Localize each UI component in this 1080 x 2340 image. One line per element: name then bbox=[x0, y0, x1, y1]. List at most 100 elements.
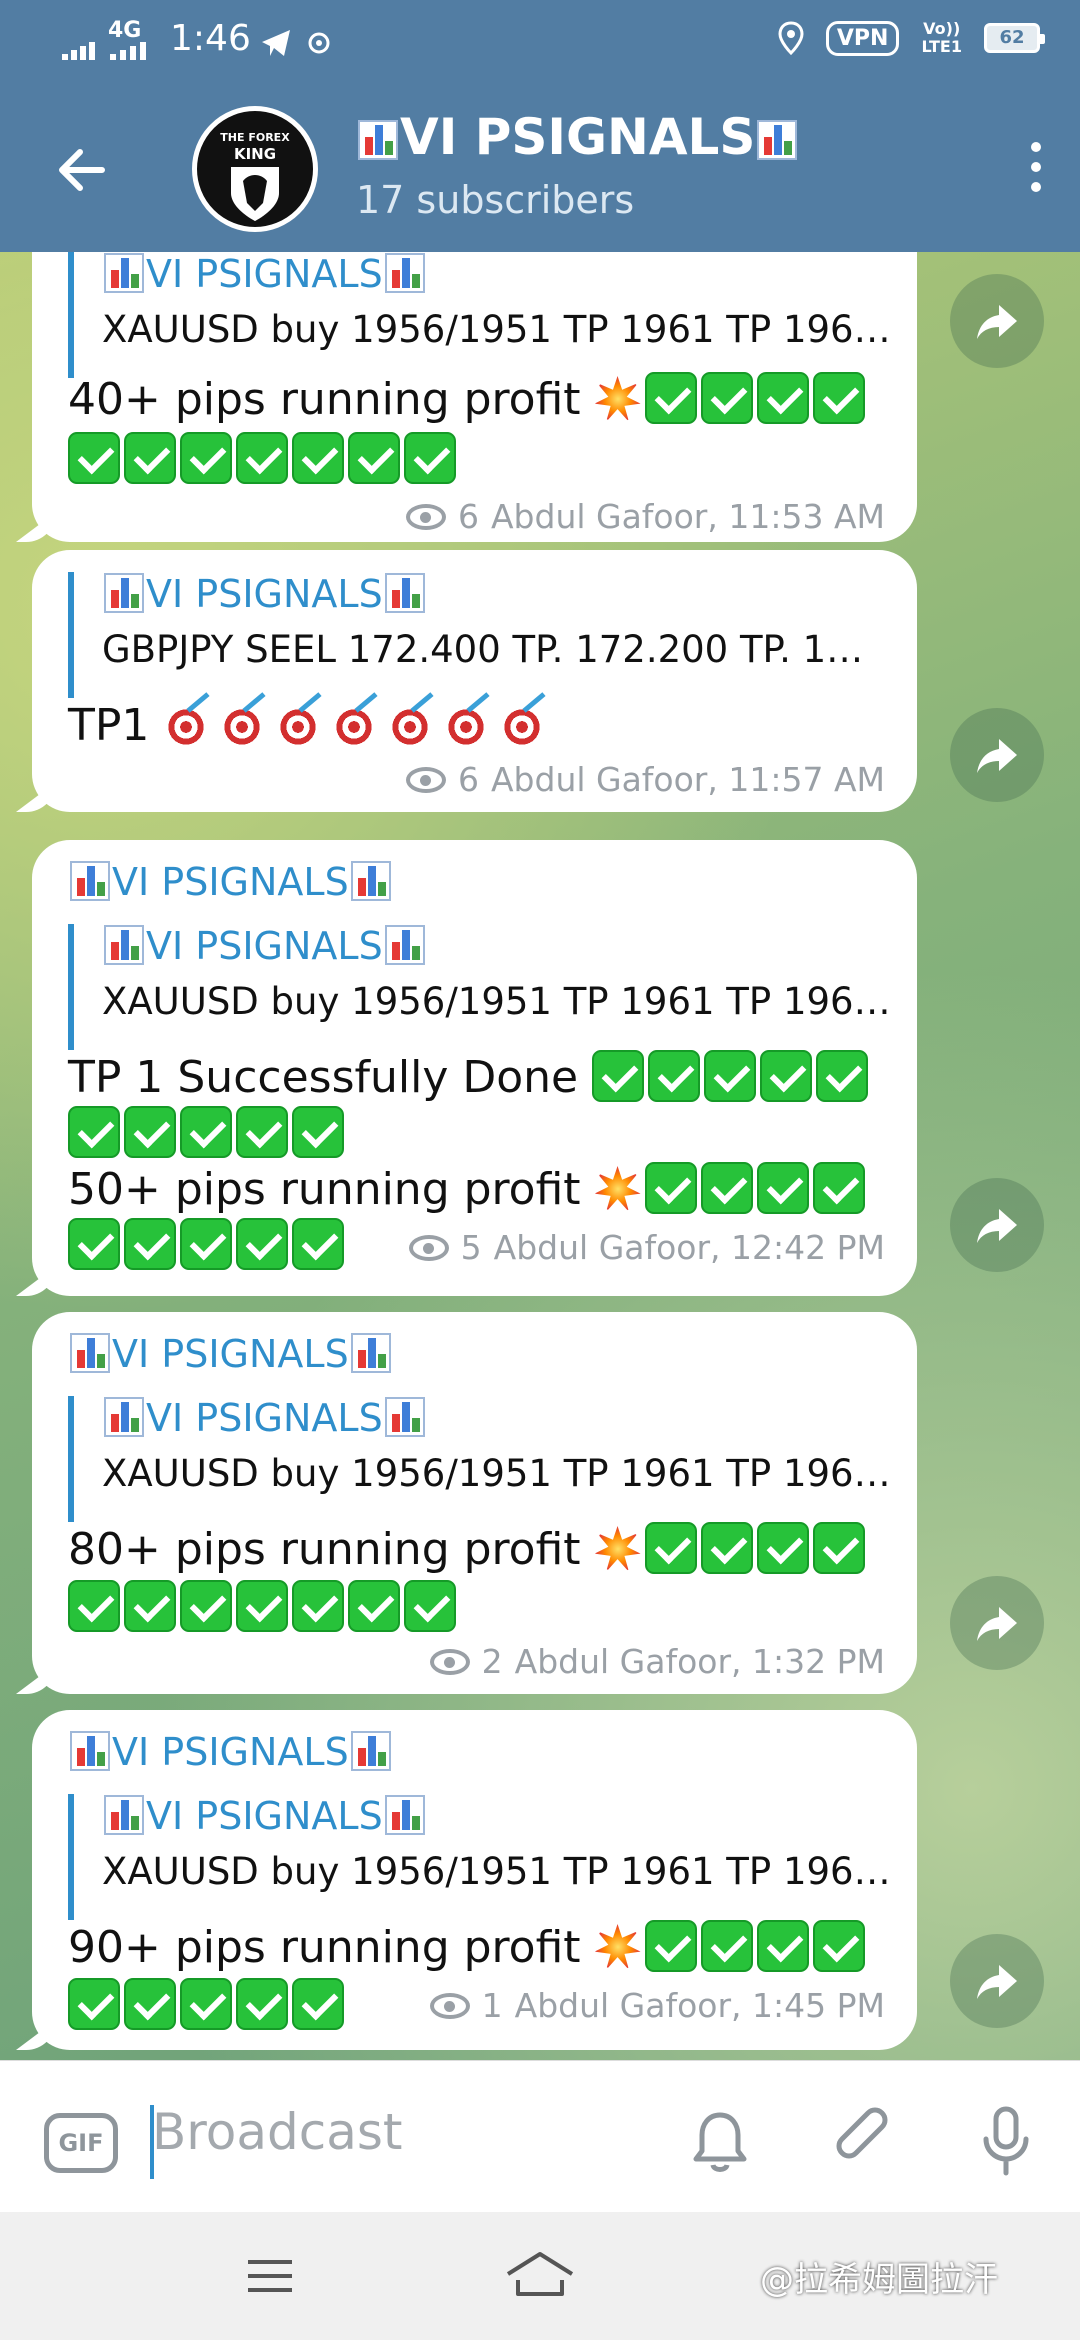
volte-top: Vo)) bbox=[923, 19, 961, 38]
share-button[interactable] bbox=[950, 274, 1044, 368]
check-mark-emoji bbox=[756, 1522, 809, 1574]
message-text: 90+ pips running profit bbox=[68, 1922, 595, 1973]
bar-chart-emoji bbox=[350, 1333, 391, 1373]
message-text: 40+ pips running profit bbox=[68, 374, 595, 425]
back-arrow-icon[interactable] bbox=[50, 138, 114, 202]
bar-chart-emoji bbox=[104, 253, 144, 293]
broadcast-input[interactable]: Broadcast bbox=[152, 2103, 403, 2161]
reply-author: VI PSIGNALS bbox=[102, 924, 427, 968]
collision-emoji bbox=[594, 1924, 641, 1970]
bar-chart-emoji bbox=[384, 925, 425, 965]
location-icon bbox=[778, 21, 804, 55]
view-count: 5 bbox=[460, 1228, 482, 1267]
share-button[interactable] bbox=[950, 1934, 1044, 2028]
eye-icon bbox=[429, 1648, 470, 1675]
message-author-text: VI PSIGNALS bbox=[112, 860, 349, 904]
reply-text: XAUUSD buy 1956/1951 TP 1961 TP 196… bbox=[102, 1850, 891, 1893]
bar-chart-emoji bbox=[104, 925, 144, 965]
bar-chart-emoji bbox=[70, 1333, 110, 1373]
author-time: Abdul Gafoor, 11:57 AM bbox=[490, 760, 885, 799]
message-line: 90+ pips running profit bbox=[68, 1920, 869, 1973]
emoji-line bbox=[68, 1978, 348, 2031]
check-mark-emoji bbox=[236, 1218, 288, 1270]
check-mark-emoji bbox=[236, 432, 288, 484]
direct-hit-emoji bbox=[163, 704, 210, 750]
check-mark-emoji bbox=[68, 1978, 120, 2030]
message-line: 40+ pips running profit bbox=[68, 372, 869, 425]
message-bubble[interactable]: VI PSIGNALS VI PSIGNALS XAUUSD buy 1956/… bbox=[32, 1710, 917, 2050]
reply-author: VI PSIGNALS bbox=[102, 252, 427, 296]
message-text: 50+ pips running profit bbox=[68, 1164, 595, 1215]
avatar-text-bottom: KING bbox=[233, 145, 277, 163]
paperclip-icon[interactable] bbox=[824, 2101, 904, 2181]
share-button[interactable] bbox=[950, 1178, 1044, 1272]
bar-chart-emoji bbox=[384, 1397, 425, 1437]
status-bar: 4G 1:46 VPN Vo)) LTE1 62 bbox=[0, 0, 1080, 90]
check-mark-emoji bbox=[180, 1218, 232, 1270]
gif-button[interactable]: GIF bbox=[44, 2113, 118, 2173]
share-button[interactable] bbox=[950, 708, 1044, 802]
channel-title[interactable]: VI PSIGNALS bbox=[356, 108, 799, 166]
message-author: VI PSIGNALS bbox=[68, 860, 393, 904]
check-mark-emoji bbox=[700, 1920, 753, 1972]
check-mark-emoji bbox=[68, 432, 120, 484]
chat-area[interactable]: VI PSIGNALS XAUUSD buy 1956/1951 TP 1961… bbox=[0, 252, 1080, 2060]
reply-text: XAUUSD buy 1956/1951 TP 1961 TP 196… bbox=[102, 980, 891, 1023]
reply-quote[interactable]: VI PSIGNALS XAUUSD buy 1956/1951 TP 1961… bbox=[68, 1794, 898, 1920]
bar-chart-emoji bbox=[70, 1731, 110, 1771]
microphone-icon[interactable] bbox=[966, 2101, 1046, 2181]
emoji-line bbox=[68, 1106, 348, 1159]
more-vert-icon[interactable] bbox=[1028, 142, 1044, 202]
bar-chart-emoji bbox=[757, 120, 798, 160]
channel-avatar[interactable]: THE FOREX KING bbox=[192, 106, 318, 232]
volte-indicator: Vo)) LTE1 bbox=[921, 20, 962, 56]
message-author: VI PSIGNALS bbox=[68, 1730, 393, 1774]
check-mark-emoji bbox=[644, 1162, 697, 1214]
reply-quote[interactable]: VI PSIGNALS XAUUSD buy 1956/1951 TP 1961… bbox=[68, 252, 898, 378]
lion-shield-icon bbox=[231, 167, 279, 221]
check-mark-emoji bbox=[68, 1218, 120, 1270]
telegram-icon bbox=[262, 30, 290, 56]
reply-quote[interactable]: VI PSIGNALS XAUUSD buy 1956/1951 TP 1961… bbox=[68, 1396, 898, 1522]
clock: 1:46 bbox=[170, 18, 251, 59]
bar-chart-emoji bbox=[350, 1731, 391, 1771]
message-bubble[interactable]: VI PSIGNALS XAUUSD buy 1956/1951 TP 1961… bbox=[32, 252, 917, 542]
check-mark-emoji bbox=[236, 1106, 288, 1158]
vpn-badge: VPN bbox=[825, 20, 900, 56]
system-nav-bar: @拉希姆圖拉汗 bbox=[0, 2212, 1080, 2340]
share-button[interactable] bbox=[950, 1576, 1044, 1670]
message-text: 80+ pips running profit bbox=[68, 1524, 595, 1575]
check-mark-emoji bbox=[756, 1162, 809, 1214]
check-mark-emoji bbox=[236, 1580, 288, 1632]
check-mark-emoji bbox=[812, 1522, 865, 1574]
message-author: VI PSIGNALS bbox=[68, 1332, 393, 1376]
recents-menu-icon[interactable] bbox=[230, 2244, 310, 2308]
message-bubble[interactable]: VI PSIGNALS GBPJPY SEEL 172.400 TP. 172.… bbox=[32, 550, 917, 812]
bell-icon[interactable] bbox=[680, 2101, 760, 2181]
direct-hit-emoji bbox=[499, 704, 546, 750]
message-bubble[interactable]: VI PSIGNALS VI PSIGNALS XAUUSD buy 1956/… bbox=[32, 840, 917, 1296]
subscriber-count: 17 subscribers bbox=[356, 178, 635, 222]
check-mark-emoji bbox=[124, 432, 176, 484]
check-mark-emoji bbox=[644, 1522, 697, 1574]
message-meta: 5 Abdul Gafoor, 12:42 PM bbox=[408, 1228, 885, 1267]
signal-icon bbox=[62, 42, 95, 60]
check-mark-emoji bbox=[756, 1920, 809, 1972]
signal-icon-2 bbox=[110, 42, 146, 60]
bar-chart-emoji bbox=[350, 861, 391, 901]
eye-icon bbox=[405, 766, 446, 793]
view-count: 6 bbox=[457, 497, 479, 536]
direct-hit-emoji bbox=[387, 704, 434, 750]
message-bubble[interactable]: VI PSIGNALS VI PSIGNALS XAUUSD buy 1956/… bbox=[32, 1312, 917, 1694]
home-icon[interactable] bbox=[500, 2244, 580, 2308]
check-mark-emoji bbox=[180, 1580, 232, 1632]
reply-quote[interactable]: VI PSIGNALS GBPJPY SEEL 172.400 TP. 172.… bbox=[68, 572, 898, 698]
collision-emoji bbox=[594, 1526, 641, 1572]
reply-author-text: VI PSIGNALS bbox=[146, 924, 383, 968]
message-meta: 6 Abdul Gafoor, 11:53 AM bbox=[405, 497, 885, 536]
author-time: Abdul Gafoor, 1:45 PM bbox=[514, 1986, 885, 2025]
check-mark-emoji bbox=[812, 372, 865, 424]
reply-quote[interactable]: VI PSIGNALS XAUUSD buy 1956/1951 TP 1961… bbox=[68, 924, 898, 1050]
message-line: TP 1 Successfully Done bbox=[68, 1050, 872, 1103]
view-count: 6 bbox=[457, 760, 479, 799]
